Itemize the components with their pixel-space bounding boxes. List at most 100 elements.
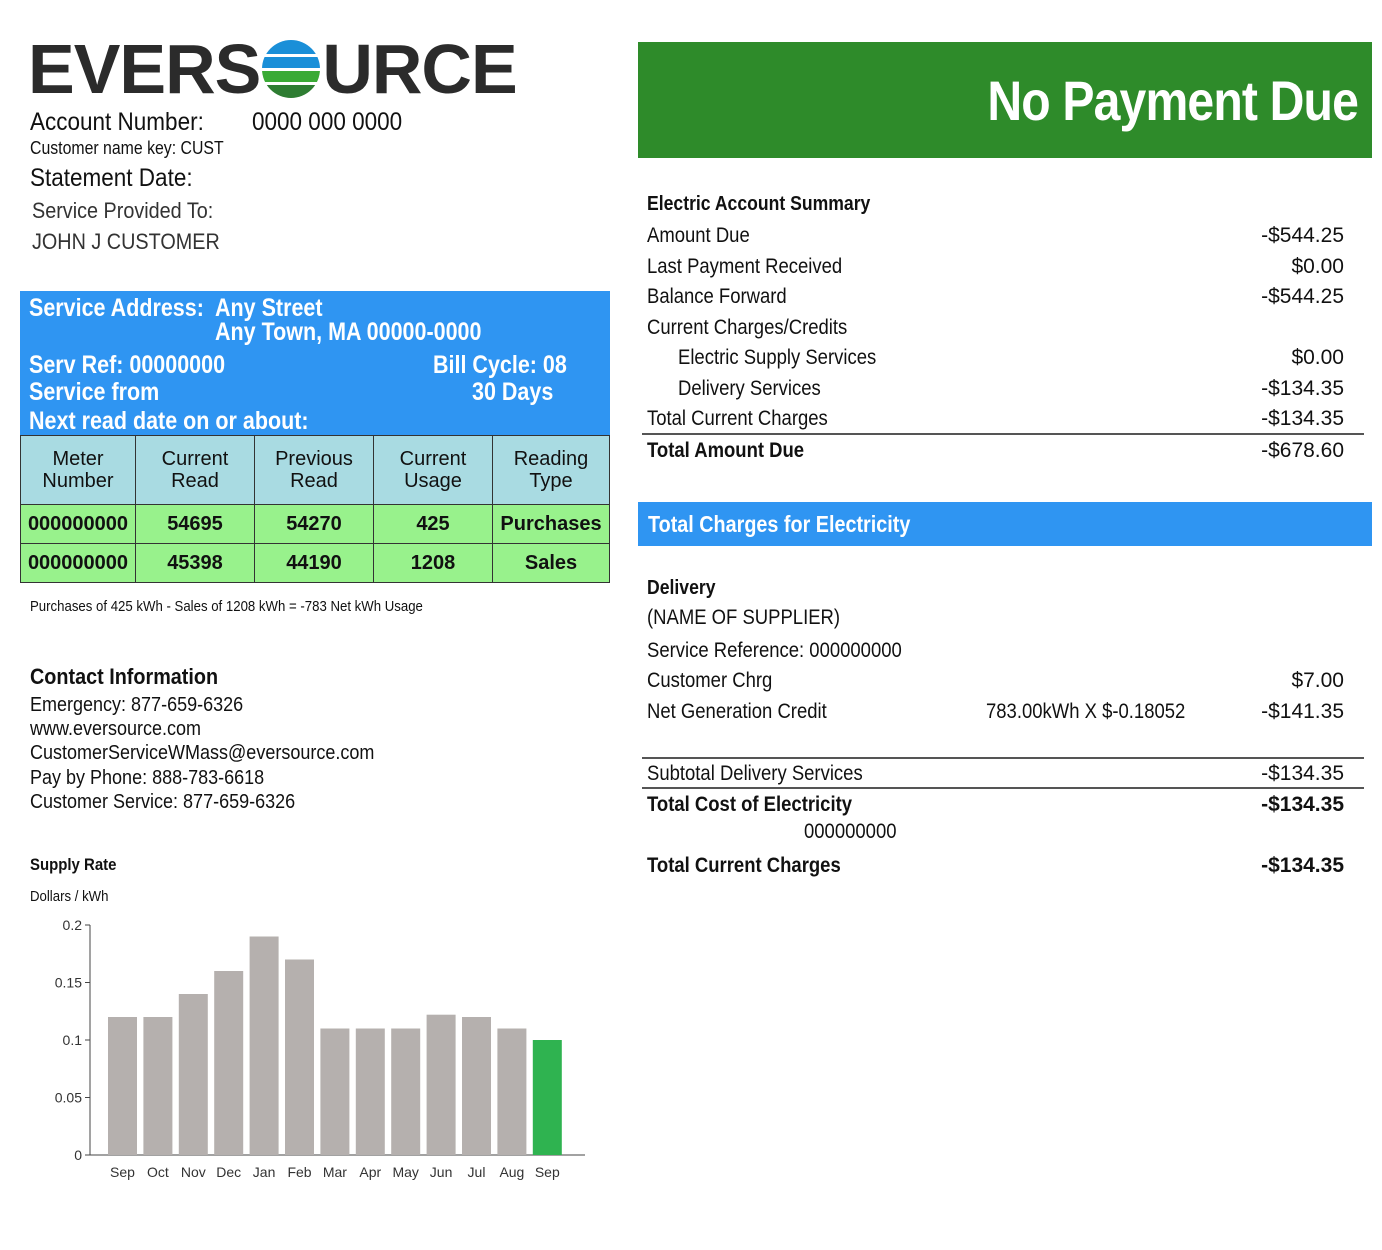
col-current-usage: Current Usage [373, 435, 493, 505]
total-charges-title: Total Charges for Electricity [648, 511, 911, 537]
contact-website-link[interactable]: www.eversource.com [30, 718, 201, 741]
col-meter-number: Meter Number [20, 435, 136, 505]
logo-globe-icon [262, 40, 321, 98]
x-tick-label: Nov [181, 1164, 206, 1180]
col-previous-read: Previous Read [254, 435, 374, 505]
subtotal-delivery-label: Subtotal Delivery Services [647, 762, 863, 785]
meter-table: Meter Number Current Read Previous Read … [20, 435, 610, 583]
bill-cycle: Bill Cycle: 08 [433, 351, 567, 379]
reading-type-cell: Purchases [492, 504, 610, 544]
bar-apr [355, 1028, 385, 1155]
customer-chrg-label: Customer Chrg [647, 669, 773, 692]
summary-label-amount-due: Amount Due [647, 224, 750, 247]
summary-amount-last-payment: $0.00 [1291, 255, 1344, 278]
account-number-label: Account Number: [30, 108, 204, 136]
summary-label-total-current: Total Current Charges [647, 407, 828, 430]
x-tick-label: Jul [468, 1164, 486, 1180]
bar-mar [320, 1028, 350, 1155]
next-read-date: Next read date on or about: [29, 407, 309, 435]
supply-rate-chart: 0 0.05 0.1 0.15 0.2 Sep Oct Nov Dec Jan Feb Mar Apr M… [55, 917, 585, 1180]
col-current-read: Current Read [135, 435, 255, 505]
table-row: 000000000 54695 54270 425 Purchases [20, 504, 610, 544]
service-address-box: Service Address: Any Street Any Town, MA… [20, 291, 610, 435]
x-tick-label: Jan [253, 1164, 276, 1180]
contact-customer-service: Customer Service: 877-659-6326 [30, 791, 296, 813]
reading-type-cell: Sales [492, 543, 610, 583]
net-generation-label: Net Generation Credit [647, 700, 827, 723]
table-row: 000000000 45398 44190 1208 Sales [20, 543, 610, 583]
serv-ref: Serv Ref: 00000000 [29, 351, 226, 379]
col-reading-type: Reading Type [492, 435, 610, 505]
x-tick-label: Dec [216, 1164, 241, 1180]
current-usage-cell: 425 [373, 504, 493, 544]
x-tick-label: Aug [499, 1164, 524, 1180]
service-from: Service from [29, 378, 160, 406]
chart-title: Supply Rate [30, 855, 117, 874]
total-cost-amount: -$134.35 [1261, 793, 1344, 816]
summary-divider [642, 433, 1364, 435]
cost-reference-number: 000000000 [804, 820, 897, 843]
summary-amount-total-current: -$134.35 [1261, 407, 1344, 430]
x-tick-label: Mar [323, 1164, 347, 1180]
customer-chrg-amount: $7.00 [1291, 669, 1344, 692]
x-tick-label: Apr [359, 1164, 381, 1180]
contact-email-link[interactable]: CustomerServiceWMass@eversource.com [30, 742, 374, 765]
bar-dec [214, 971, 244, 1155]
y-tick-label: 0.05 [55, 1090, 82, 1106]
delivery-divider-bottom [642, 787, 1364, 789]
bar-jun [426, 1014, 456, 1155]
service-provided-label: Service Provided To: [32, 198, 214, 223]
service-days: 30 Days [472, 378, 554, 406]
contact-emergency: Emergency: 877-659-6326 [30, 694, 244, 716]
payment-status-banner: No Payment Due [638, 42, 1372, 158]
summary-label-supply-services: Electric Supply Services [678, 346, 877, 369]
x-tick-label: Sep [110, 1164, 135, 1180]
logo-text-left: EVERS [28, 30, 261, 108]
net-generation-amount: -$141.35 [1261, 700, 1344, 723]
summary-total-label: Total Amount Due [647, 439, 805, 462]
summary-amount-amount-due: -$544.25 [1261, 224, 1344, 247]
summary-label-delivery-services: Delivery Services [678, 377, 821, 400]
contact-title: Contact Information [30, 664, 219, 689]
bar-feb [285, 959, 314, 1155]
y-tick-label: 0 [74, 1147, 82, 1163]
meter-number-cell: 000000000 [20, 504, 136, 544]
contact-pay-phone: Pay by Phone: 888-783-6618 [30, 767, 265, 789]
summary-amount-supply-services: $0.00 [1291, 346, 1344, 369]
total-current-charges-label: Total Current Charges [647, 854, 841, 877]
delivery-divider-top [642, 757, 1364, 759]
statement-date-label: Statement Date: [30, 164, 193, 192]
meter-number-cell: 000000000 [20, 543, 136, 583]
summary-total-amount: -$678.60 [1261, 439, 1344, 462]
payment-status-text: No Payment Due [987, 69, 1359, 132]
bar-jul [462, 1017, 491, 1155]
summary-amount-delivery-services: -$134.35 [1261, 377, 1344, 400]
summary-label-last-payment: Last Payment Received [647, 255, 843, 278]
current-read-cell: 45398 [135, 543, 255, 583]
bar-oct [143, 1017, 173, 1155]
summary-label-balance-forward: Balance Forward [647, 285, 787, 308]
bar-may [391, 1028, 421, 1155]
eversource-logo: EVERS URCE [28, 30, 518, 108]
net-generation-calc: 783.00kWh X $-0.18052 [986, 700, 1186, 723]
account-summary: Electric Account Summary Amount Due -$54… [638, 190, 1372, 480]
x-tick-label: Jun [430, 1164, 453, 1180]
previous-read-cell: 44190 [254, 543, 374, 583]
summary-label-current-charges: Current Charges/Credits [647, 316, 848, 339]
service-reference: Service Reference: 000000000 [647, 639, 902, 662]
service-address-label: Service Address: [29, 294, 204, 322]
total-current-charges-amount: -$134.35 [1261, 854, 1344, 877]
subtotal-delivery-amount: -$134.35 [1261, 762, 1344, 785]
current-read-cell: 54695 [135, 504, 255, 544]
bar-aug [497, 1028, 527, 1155]
supplier-name: (NAME OF SUPPLIER) [647, 606, 841, 629]
current-usage-cell: 1208 [373, 543, 493, 583]
customer-name: JOHN J CUSTOMER [32, 229, 220, 254]
chart-ylabel: Dollars / kWh [30, 888, 109, 905]
x-tick-label: May [392, 1164, 418, 1180]
service-address-line2: Any Town, MA 00000-0000 [215, 318, 482, 346]
bar-sep [108, 1017, 137, 1155]
x-tick-label: Sep [535, 1164, 560, 1180]
usage-note: Purchases of 425 kWh - Sales of 1208 kWh… [30, 598, 423, 615]
meter-table-header: Meter Number Current Read Previous Read … [20, 435, 610, 505]
